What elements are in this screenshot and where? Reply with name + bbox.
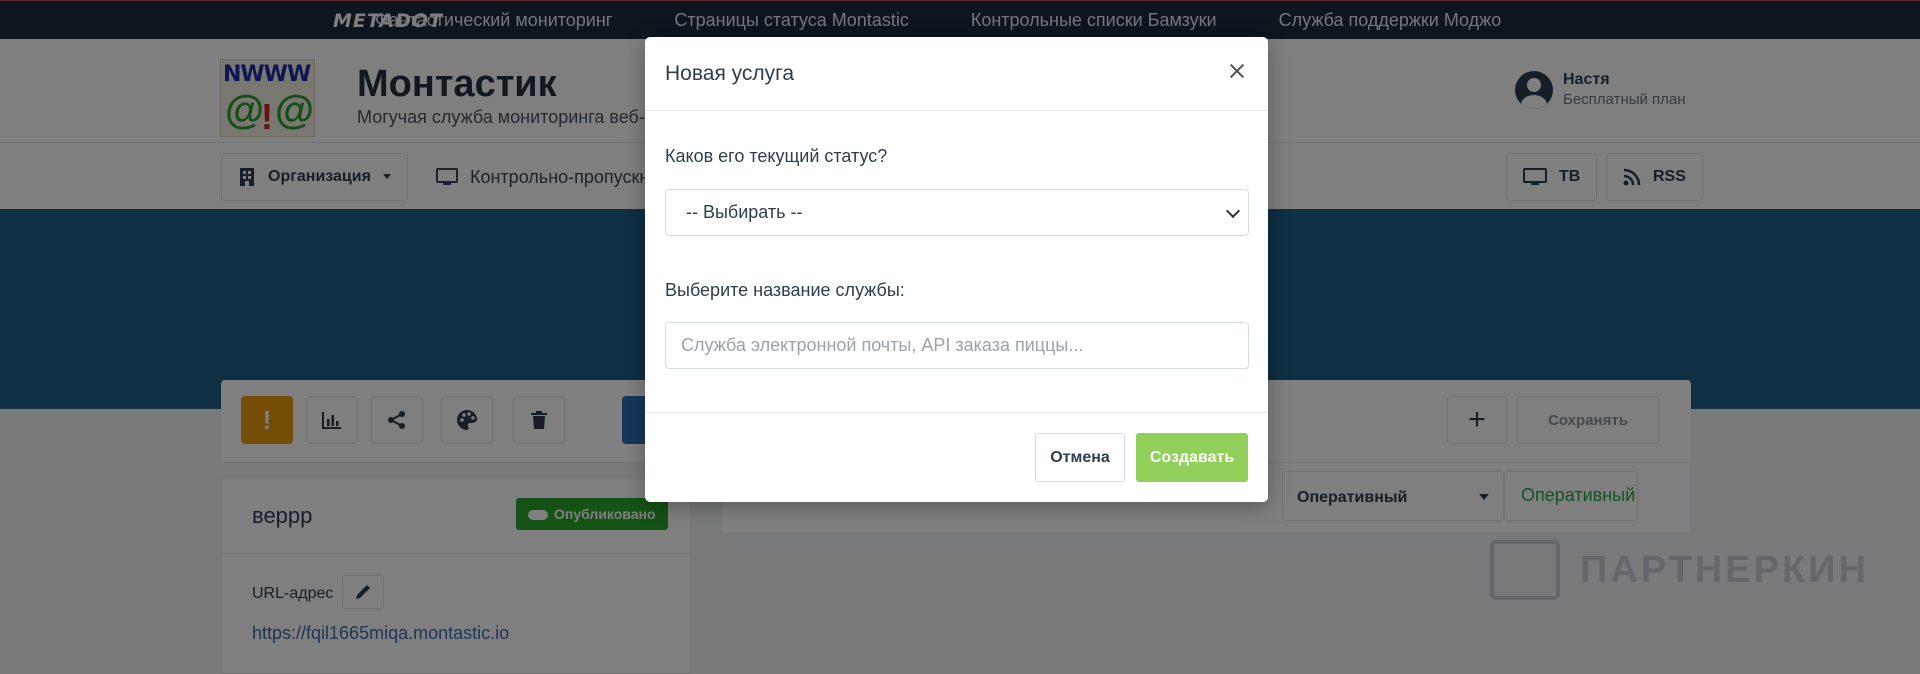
create-button[interactable]: Создавать <box>1136 433 1248 482</box>
chevron-down-icon <box>1225 203 1241 219</box>
service-name-label: Выберите название службы: <box>665 280 905 300</box>
status-select[interactable]: -- Выбирать -- <box>665 189 1249 236</box>
cancel-button[interactable]: Отмена <box>1035 433 1125 482</box>
modal-header: Новая услуга <box>645 37 1268 111</box>
modal-footer: Отмена Создавать <box>645 412 1268 502</box>
modal-title: Новая услуга <box>665 62 795 85</box>
new-service-modal: Новая услуга Каков его текущий статус? -… <box>645 37 1268 502</box>
status-question-label: Каков его текущий статус? <box>665 146 888 166</box>
service-name-input[interactable] <box>665 322 1249 369</box>
close-icon[interactable] <box>1225 59 1249 83</box>
status-select-value: -- Выбирать -- <box>686 202 803 222</box>
